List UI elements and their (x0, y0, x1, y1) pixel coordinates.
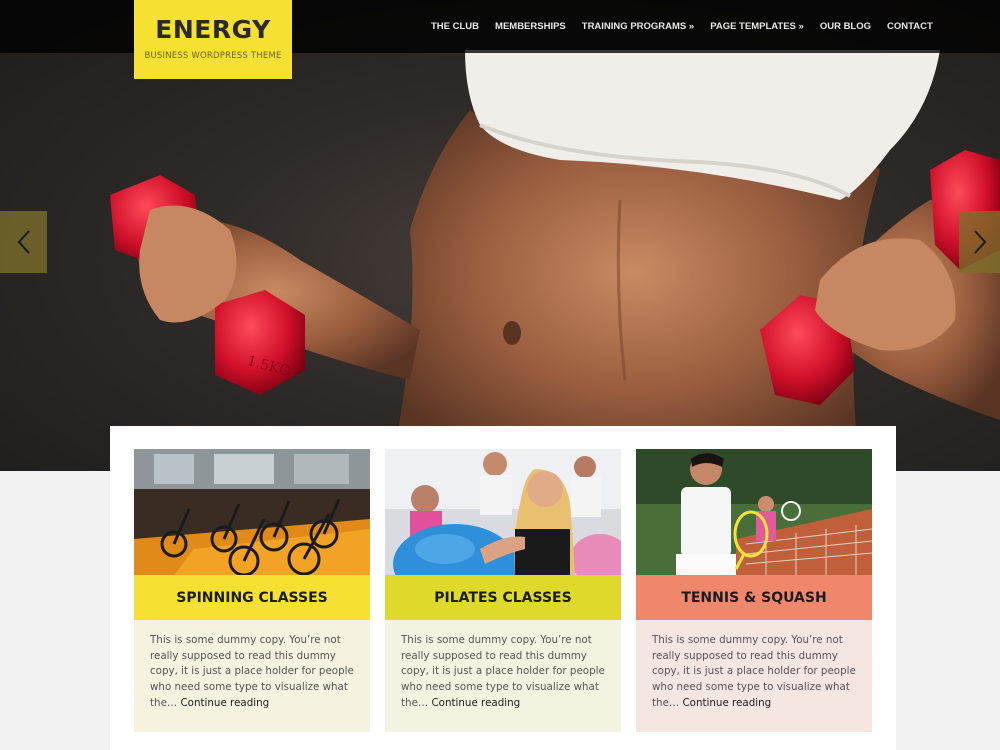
tennis-photo (636, 449, 872, 575)
nav-item-contact[interactable]: CONTACT (887, 21, 933, 32)
chevron-left-icon (17, 230, 30, 254)
nav-item-our-blog[interactable]: OUR BLOG (820, 21, 871, 32)
chevron-right-icon (973, 230, 986, 254)
card-body: This is some dummy copy. You’re not real… (636, 620, 872, 732)
card-text: This is some dummy copy. You’re not real… (401, 633, 606, 712)
main-nav: THE CLUB MEMBERSHIPS TRAINING PROGRAMS »… (431, 21, 949, 32)
card-title[interactable]: TENNIS & SQUASH (681, 590, 826, 606)
card-title[interactable]: PILATES CLASSES (434, 590, 571, 606)
feature-card-tennis: TENNIS & SQUASH This is some dummy copy.… (636, 449, 872, 732)
card-title-bar: TENNIS & SQUASH (636, 575, 872, 620)
spinning-photo (134, 449, 370, 575)
card-image-pilates[interactable] (385, 449, 621, 575)
continue-reading-link[interactable]: Continue reading (682, 697, 771, 709)
site-logo[interactable]: ENERGY BUSINESS WORDPRESS THEME (134, 0, 292, 79)
nav-item-memberships[interactable]: MEMBERSHIPS (495, 21, 566, 32)
slider-next-button[interactable] (959, 211, 1000, 273)
continue-reading-link[interactable]: Continue reading (431, 697, 520, 709)
card-image-tennis[interactable] (636, 449, 872, 575)
card-title-bar: SPINNING CLASSES (134, 575, 370, 620)
nav-item-the-club[interactable]: THE CLUB (431, 21, 479, 32)
slider-prev-button[interactable] (0, 211, 47, 273)
pilates-photo (385, 449, 621, 575)
logo-title: ENERGY (155, 15, 271, 44)
features-panel: SPINNING CLASSES This is some dummy copy… (110, 426, 896, 750)
feature-card-pilates: PILATES CLASSES This is some dummy copy.… (385, 449, 621, 732)
card-image-spinning[interactable] (134, 449, 370, 575)
card-title[interactable]: SPINNING CLASSES (176, 590, 328, 606)
card-body: This is some dummy copy. You’re not real… (385, 620, 621, 732)
card-text: This is some dummy copy. You’re not real… (150, 633, 355, 712)
card-title-bar: PILATES CLASSES (385, 575, 621, 620)
card-body: This is some dummy copy. You’re not real… (134, 620, 370, 732)
nav-item-page-templates[interactable]: PAGE TEMPLATES » (710, 21, 804, 32)
logo-subtitle: BUSINESS WORDPRESS THEME (144, 51, 282, 61)
card-text: This is some dummy copy. You’re not real… (652, 633, 857, 712)
continue-reading-link[interactable]: Continue reading (180, 697, 269, 709)
feature-card-spinning: SPINNING CLASSES This is some dummy copy… (134, 449, 370, 732)
nav-item-training-programs[interactable]: TRAINING PROGRAMS » (582, 21, 694, 32)
